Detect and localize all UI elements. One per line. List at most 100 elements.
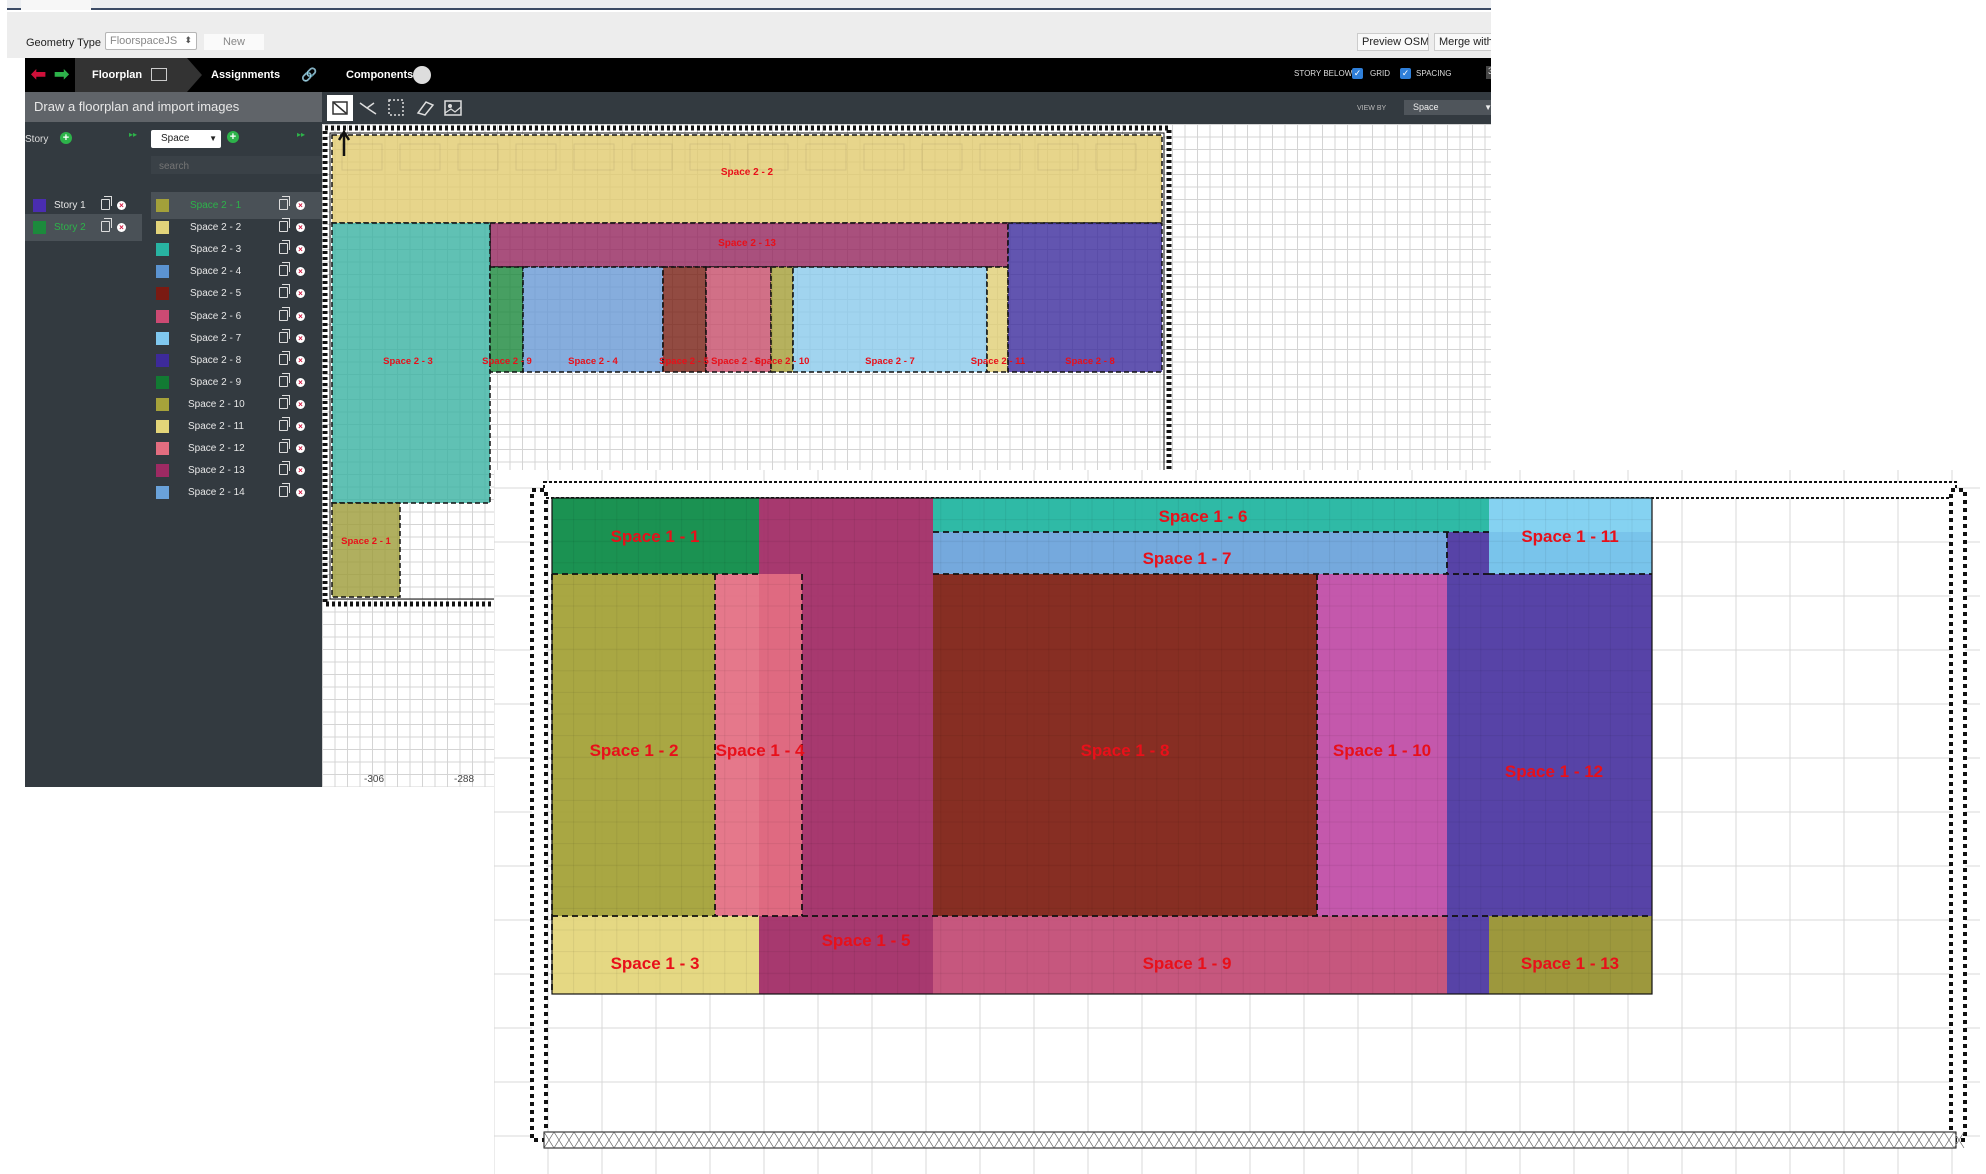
undo-arrow-icon[interactable]: ⬅ bbox=[31, 65, 46, 83]
story-below-checkbox[interactable]: ✓ bbox=[1352, 68, 1363, 79]
space-color-swatch[interactable] bbox=[156, 397, 169, 411]
story-1-space-label: Space 1 - 9 bbox=[1143, 954, 1232, 973]
copy-icon[interactable] bbox=[279, 439, 290, 454]
tool-select[interactable] bbox=[327, 95, 353, 121]
geometry-type-value: FloorspaceJS bbox=[110, 35, 178, 47]
space-search-field[interactable] bbox=[151, 156, 322, 176]
story-1-space-label: Space 1 - 13 bbox=[1521, 954, 1619, 973]
geometry-type-select[interactable]: FloorspaceJS ⬍ bbox=[105, 32, 197, 50]
copy-icon[interactable] bbox=[279, 483, 290, 498]
copy-icon[interactable] bbox=[279, 328, 290, 343]
tab-assignments[interactable]: Assignments 🔗 bbox=[205, 58, 325, 92]
delete-icon[interactable]: × bbox=[296, 488, 305, 498]
story-2-space-polygon[interactable] bbox=[1007, 222, 1163, 373]
redo-arrow-icon[interactable]: ➡ bbox=[54, 65, 69, 83]
space-type-select[interactable]: Space ▼ bbox=[151, 130, 221, 148]
browser-tab-strip bbox=[7, 0, 1491, 10]
story-column-label: Story bbox=[25, 134, 49, 145]
copy-icon[interactable] bbox=[279, 461, 290, 476]
delete-icon[interactable]: × bbox=[296, 267, 305, 277]
space-color-swatch[interactable] bbox=[156, 486, 169, 500]
delete-icon[interactable]: × bbox=[296, 289, 305, 299]
delete-icon[interactable]: × bbox=[296, 377, 305, 387]
tab-assignments-label: Assignments bbox=[211, 69, 281, 81]
story-color-swatch[interactable] bbox=[33, 199, 46, 212]
top-bar: Geometry Type FloorspaceJS ⬍ New Preview… bbox=[7, 12, 1491, 58]
story-2-space-label: Space 2 - 11 bbox=[971, 356, 1026, 367]
space-color-swatch[interactable] bbox=[156, 353, 169, 367]
browser-tab[interactable] bbox=[21, 0, 91, 10]
copy-icon[interactable] bbox=[279, 417, 290, 431]
story-color-swatch[interactable] bbox=[33, 221, 46, 234]
story-2-space-polygon[interactable] bbox=[331, 502, 401, 598]
space-color-swatch[interactable] bbox=[156, 221, 169, 235]
tool-eraser[interactable] bbox=[412, 95, 438, 121]
left-panel: Draw a floorplan and import images Story… bbox=[25, 92, 322, 787]
delete-icon[interactable]: × bbox=[296, 333, 305, 343]
components-icon bbox=[413, 66, 431, 84]
copy-icon[interactable] bbox=[279, 196, 290, 210]
story-list-item[interactable]: Story 2 × bbox=[25, 214, 142, 241]
delete-icon[interactable]: × bbox=[296, 355, 305, 365]
space-color-swatch[interactable] bbox=[156, 420, 169, 433]
geometry-type-label: Geometry Type bbox=[26, 37, 101, 49]
space-color-swatch[interactable] bbox=[156, 442, 169, 456]
expand-arrows-icon[interactable]: ▸▸ bbox=[297, 130, 305, 139]
copy-icon[interactable] bbox=[279, 306, 290, 321]
story-2-space-label: Space 2 - 6 bbox=[711, 356, 761, 367]
space-color-swatch[interactable] bbox=[156, 199, 169, 212]
tab-floorplan[interactable]: Floorplan bbox=[75, 58, 187, 92]
space-search-input[interactable] bbox=[151, 157, 311, 176]
delete-icon[interactable]: × bbox=[296, 201, 305, 210]
copy-icon[interactable] bbox=[279, 284, 290, 299]
delete-icon[interactable]: × bbox=[117, 223, 126, 232]
copy-icon[interactable] bbox=[279, 350, 290, 365]
story-1-floorplan[interactable]: Space 1 - 1 Space 1 - 6 Space 1 - 11 Space … bbox=[494, 470, 1980, 1174]
copy-icon[interactable] bbox=[279, 218, 290, 233]
space-list-item[interactable]: Space 2 - 14 × bbox=[151, 479, 322, 506]
delete-icon[interactable]: × bbox=[296, 223, 305, 233]
view-by-label: VIEW BY bbox=[1357, 105, 1387, 112]
copy-icon[interactable] bbox=[101, 196, 112, 210]
space-color-swatch[interactable] bbox=[156, 265, 169, 279]
delete-icon[interactable]: × bbox=[296, 422, 305, 431]
space-color-swatch[interactable] bbox=[156, 331, 169, 345]
delete-icon[interactable]: × bbox=[296, 245, 305, 255]
copy-icon[interactable] bbox=[279, 372, 290, 387]
story-1-floorplan-window: Space 1 - 1 Space 1 - 6 Space 1 - 11 Space … bbox=[494, 470, 1980, 1174]
tab-components[interactable]: Components bbox=[345, 58, 475, 92]
delete-icon[interactable]: × bbox=[296, 399, 305, 409]
space-color-swatch[interactable] bbox=[156, 243, 169, 257]
tab-components-label: Components bbox=[346, 69, 414, 81]
add-space-icon[interactable]: + bbox=[227, 131, 239, 143]
add-story-icon[interactable]: + bbox=[60, 132, 72, 144]
delete-icon[interactable]: × bbox=[296, 444, 305, 454]
new-button[interactable]: New bbox=[204, 34, 264, 50]
tool-polygon[interactable] bbox=[355, 95, 381, 121]
tab-floorplan-label: Floorplan bbox=[92, 69, 143, 81]
story-1-space-label: Space 1 - 8 bbox=[1081, 741, 1170, 760]
grid-checkbox[interactable]: ✓ bbox=[1400, 68, 1411, 79]
preview-osm-button[interactable]: Preview OSM bbox=[1357, 33, 1429, 51]
spacing-input[interactable]: 3 bbox=[1486, 66, 1491, 79]
expand-arrows-icon[interactable]: ▸▸ bbox=[129, 130, 137, 139]
delete-icon[interactable]: × bbox=[117, 201, 126, 210]
space-color-swatch[interactable] bbox=[156, 375, 169, 389]
tool-rectangle[interactable] bbox=[383, 95, 409, 121]
tool-image[interactable] bbox=[440, 95, 466, 121]
story-1-space-label: Space 1 - 3 bbox=[611, 954, 700, 973]
merge-with-button[interactable]: Merge with bbox=[1434, 33, 1491, 51]
space-color-swatch[interactable] bbox=[156, 287, 169, 301]
image-icon bbox=[444, 100, 462, 116]
story-2-space-label: Space 2 - 10 bbox=[755, 356, 810, 367]
space-color-swatch[interactable] bbox=[156, 464, 169, 478]
delete-icon[interactable]: × bbox=[296, 466, 305, 476]
space-color-swatch[interactable] bbox=[156, 309, 169, 323]
copy-icon[interactable] bbox=[279, 262, 290, 277]
copy-icon[interactable] bbox=[101, 218, 112, 232]
delete-icon[interactable]: × bbox=[296, 311, 305, 321]
story-1-space-label: Space 1 - 2 bbox=[590, 741, 679, 760]
copy-icon[interactable] bbox=[279, 240, 290, 255]
copy-icon[interactable] bbox=[279, 394, 290, 409]
view-by-select[interactable]: Space ▼ bbox=[1404, 100, 1491, 115]
